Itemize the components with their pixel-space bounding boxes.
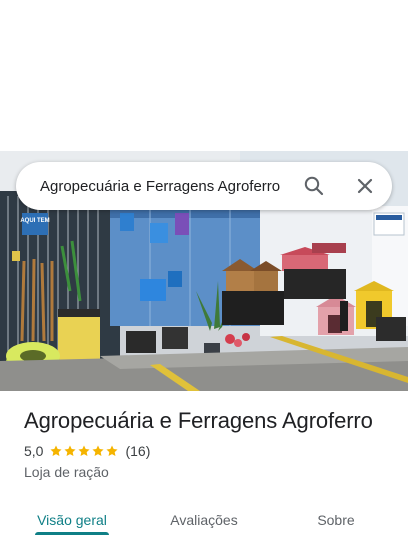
- rating-row[interactable]: 5,0 (16): [24, 443, 150, 459]
- tab-about[interactable]: Sobre: [288, 498, 384, 542]
- place-page: AQUI TEM Agropecuária e Ferragens Agrofe…: [0, 0, 408, 542]
- rating-value: 5,0: [24, 443, 44, 459]
- star-icon: [50, 445, 63, 457]
- star-icon: [64, 445, 77, 457]
- tab-reviews[interactable]: Avaliações: [156, 498, 252, 542]
- place-tabs: Visão geral Avaliações Sobre: [0, 498, 408, 542]
- place-title: Agropecuária e Ferragens Agroferro: [24, 408, 373, 433]
- tab-overview[interactable]: Visão geral: [24, 498, 120, 542]
- star-icon: [106, 445, 119, 457]
- star-icon: [78, 445, 91, 457]
- search-bar[interactable]: Agropecuária e Ferragens Agroferro: [16, 162, 392, 210]
- review-count[interactable]: (16): [125, 443, 150, 459]
- star-rating: [49, 444, 119, 458]
- sign-text: AQUI TEM: [20, 218, 49, 224]
- close-icon[interactable]: [353, 174, 377, 198]
- star-icon: [92, 445, 105, 457]
- active-tab-indicator: [35, 532, 109, 535]
- search-input[interactable]: Agropecuária e Ferragens Agroferro: [40, 178, 288, 195]
- place-category: Loja de ração: [24, 464, 109, 480]
- search-icon[interactable]: [302, 174, 326, 198]
